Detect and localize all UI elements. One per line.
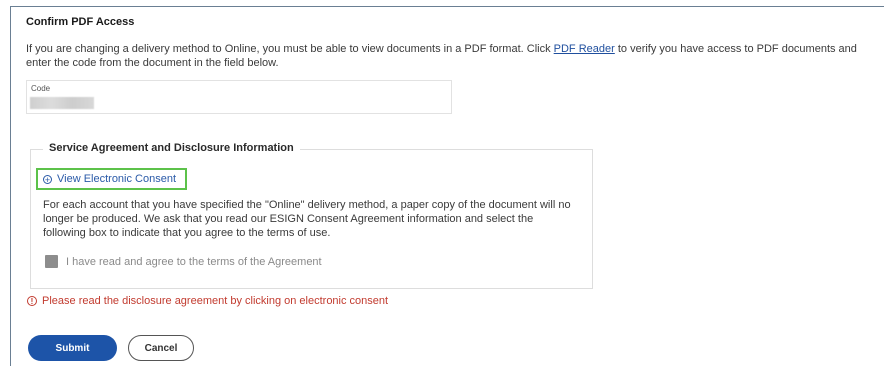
section-title: Confirm PDF Access xyxy=(26,16,135,28)
pdf-reader-link[interactable]: PDF Reader xyxy=(554,43,615,55)
submit-button[interactable]: Submit xyxy=(28,335,117,361)
intro-text: If you are changing a delivery method to… xyxy=(26,42,876,70)
code-field-label: Code xyxy=(31,84,51,93)
error-message: ! Please read the disclosure agreement b… xyxy=(27,295,388,307)
agree-checkbox[interactable] xyxy=(45,255,58,268)
warning-circle-icon: ! xyxy=(27,296,37,306)
error-message-text: Please read the disclosure agreement by … xyxy=(42,295,389,307)
plus-circle-icon: + xyxy=(43,174,52,185)
agreement-legend: Service Agreement and Disclosure Informa… xyxy=(43,142,300,154)
cancel-button[interactable]: Cancel xyxy=(128,335,194,361)
consent-link-label: View Electronic Consent xyxy=(57,173,177,185)
intro-text-start: If you are changing a delivery method to… xyxy=(26,43,554,55)
code-field[interactable]: Code xyxy=(26,80,452,114)
agree-checkbox-label: I have read and agree to the terms of th… xyxy=(66,255,322,268)
code-field-value-redacted xyxy=(30,97,94,109)
view-electronic-consent-link[interactable]: + View Electronic Consent xyxy=(36,168,187,190)
agreement-body-text: For each account that you have specified… xyxy=(43,199,571,239)
agree-checkbox-row: I have read and agree to the terms of th… xyxy=(45,255,322,268)
